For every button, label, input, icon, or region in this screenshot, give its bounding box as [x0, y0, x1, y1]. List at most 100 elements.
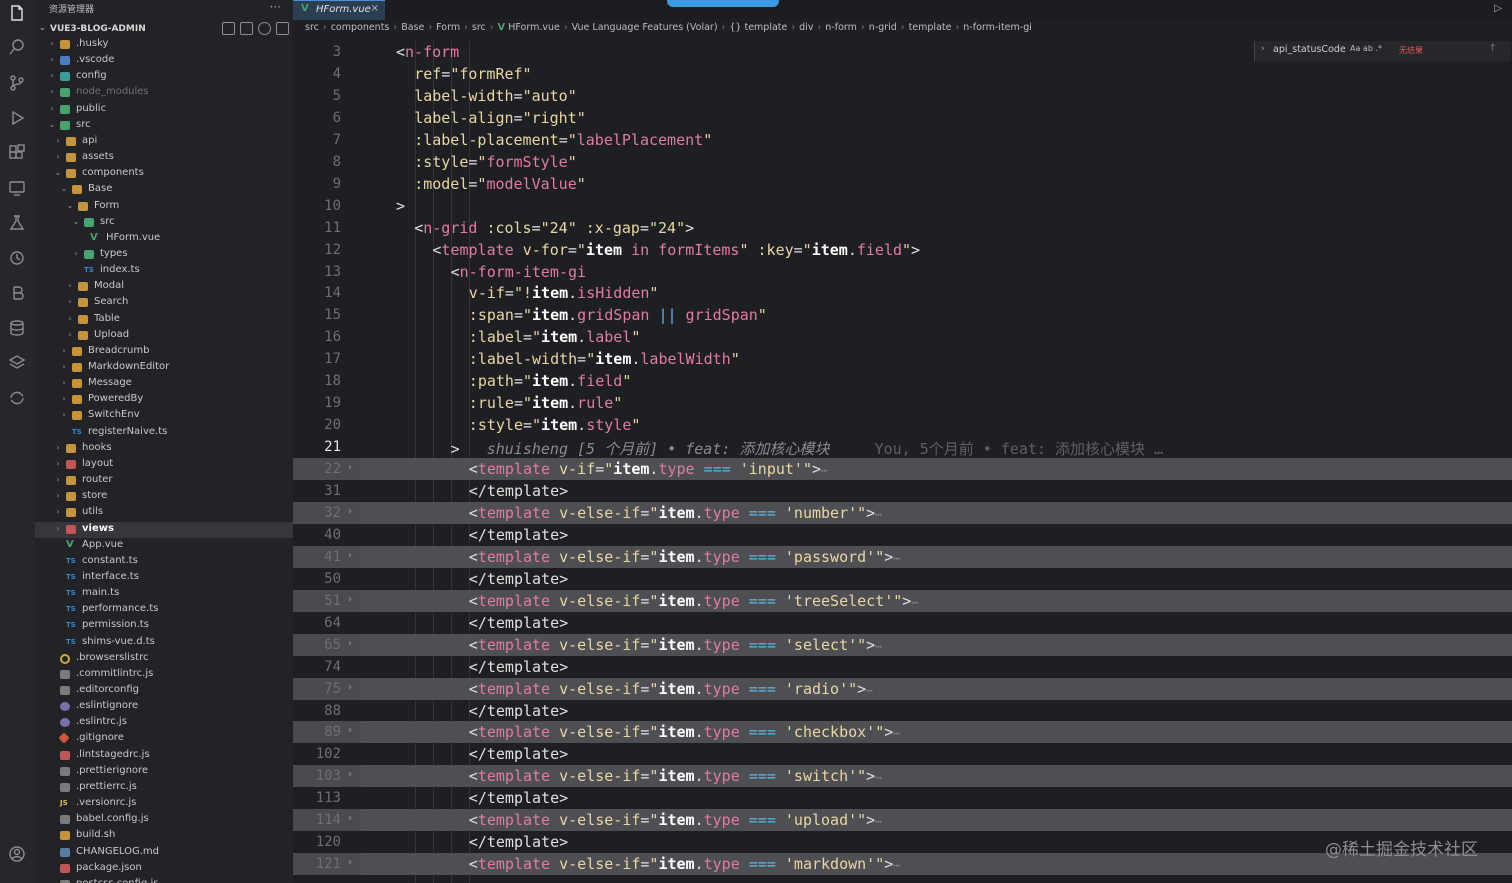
code-line[interactable]: 4 ref="formRef" — [293, 63, 1512, 85]
search-icon[interactable] — [8, 38, 26, 56]
code-line[interactable]: 40 </template> — [293, 524, 1512, 546]
account-icon[interactable] — [8, 845, 26, 863]
code-line[interactable]: 50 </template> — [293, 568, 1512, 590]
tree-item[interactable]: › Modal — [35, 279, 293, 295]
layers-icon[interactable] — [8, 354, 26, 372]
tree-item[interactable]: TS constant.ts — [35, 554, 293, 570]
breadcrumb-item[interactable]: div — [799, 22, 813, 33]
collapse-all-icon[interactable] — [276, 22, 289, 35]
tree-item[interactable]: postcss.config.js — [35, 877, 293, 883]
code-line[interactable]: 21 > shuisheng [5 个月前] • feat: 添加核心模块 You… — [293, 436, 1512, 458]
tree-item[interactable]: › types — [35, 247, 293, 263]
code-line[interactable]: 12 <template v-for="item in formItems" :k… — [293, 239, 1512, 261]
code-line[interactable]: 10 > — [293, 195, 1512, 217]
tree-item[interactable]: › router — [35, 473, 293, 489]
tree-item[interactable]: › .husky — [35, 37, 293, 53]
refresh-icon[interactable] — [258, 22, 271, 35]
timeline-icon[interactable] — [8, 249, 26, 267]
find-input[interactable]: api_statusCode — [1273, 44, 1346, 55]
tree-item[interactable]: .prettierignore — [35, 764, 293, 780]
tree-item[interactable]: .gitignore — [35, 731, 293, 747]
tree-item[interactable]: V HForm.vue — [35, 231, 293, 247]
tree-item[interactable]: › PoweredBy — [35, 392, 293, 408]
breadcrumb-item[interactable]: src — [472, 22, 486, 33]
source-control-icon[interactable] — [8, 74, 26, 92]
breadcrumb-item[interactable]: Vue Language Features (Volar) — [572, 22, 718, 33]
run-debug-icon[interactable] — [8, 109, 26, 127]
tree-item[interactable]: › utils — [35, 505, 293, 521]
tree-item[interactable]: › node_modules — [35, 85, 293, 101]
tree-item[interactable]: › MarkdownEditor — [35, 360, 293, 376]
tree-item[interactable]: TS shims-vue.d.ts — [35, 635, 293, 651]
tree-item[interactable]: .commitlintrc.js — [35, 667, 293, 683]
breadcrumb-item[interactable]: {} template — [729, 22, 787, 33]
tree-item[interactable]: TS permission.ts — [35, 618, 293, 634]
tree-item[interactable]: › public — [35, 102, 293, 118]
code-line[interactable]: 113 </template> — [293, 787, 1512, 809]
sync-icon[interactable] — [8, 389, 26, 407]
tab-hform-vue[interactable]: V HForm.vue × — [293, 0, 385, 20]
fold-chevron-icon[interactable]: › — [348, 725, 352, 736]
code-line[interactable]: 32 › <template v-else-if="item.type === 'n… — [293, 501, 1512, 524]
code-line[interactable]: 16:label="item.label" — [293, 326, 1512, 348]
tree-item[interactable]: ⌄ Form — [35, 199, 293, 215]
tree-item[interactable]: › Upload — [35, 328, 293, 344]
code-line[interactable]: 102 </template> — [293, 743, 1512, 765]
code-line[interactable]: 15:span="item.gridSpan || gridSpan" — [293, 304, 1512, 326]
remote-explorer-icon[interactable] — [8, 179, 26, 197]
code-line[interactable]: 103 › <template v-else-if="item.type === '… — [293, 765, 1512, 788]
code-line[interactable]: 19:rule="item.rule" — [293, 392, 1512, 414]
code-line[interactable]: 13 <n-form-item-gi — [293, 261, 1512, 283]
tree-item[interactable]: V App.vue — [35, 538, 293, 554]
tree-item[interactable]: babel.config.js — [35, 812, 293, 828]
tree-item[interactable]: JS .versionrc.js — [35, 796, 293, 812]
tree-item[interactable]: ⌄ src — [35, 215, 293, 231]
code-line[interactable]: 74 </template> — [293, 656, 1512, 678]
breadcrumb-item[interactable]: components — [331, 22, 390, 33]
explorer-icon[interactable] — [8, 4, 26, 22]
testing-icon[interactable] — [8, 214, 26, 232]
code-line[interactable]: 31 </template> — [293, 480, 1512, 502]
tree-item[interactable]: ⌄ components — [35, 166, 293, 182]
code-line[interactable]: 18:path="item.field" — [293, 370, 1512, 392]
tree-item[interactable]: › Search — [35, 295, 293, 311]
project-header[interactable]: ⌄ VUE3-BLOG-ADMIN — [35, 21, 293, 37]
code-line[interactable]: 114 › <template v-else-if="item.type === '… — [293, 809, 1512, 832]
breadcrumb-item[interactable]: HForm.vue — [508, 22, 560, 33]
tree-item[interactable]: .editorconfig — [35, 683, 293, 699]
code-line[interactable]: 11 <n-grid :cols="24" :x-gap="24"> — [293, 217, 1512, 239]
tree-item[interactable]: .eslintrc.js — [35, 715, 293, 731]
code-line[interactable]: 22 › <template v-if="item.type === 'input'… — [293, 458, 1512, 481]
breadcrumb-item[interactable]: n-grid — [869, 22, 897, 33]
tree-item[interactable]: › layout — [35, 457, 293, 473]
code-editor[interactable]: 3 <n-form 4 ref="formRef" 5 label-width="auto… — [293, 41, 1512, 883]
code-line[interactable]: 7:label-placement="labelPlacement" — [293, 129, 1512, 151]
breadcrumb-item[interactable]: template — [909, 22, 952, 33]
tree-item[interactable]: .browserslistrc — [35, 651, 293, 667]
tree-item[interactable]: › store — [35, 489, 293, 505]
tree-item[interactable]: .prettierrc.js — [35, 780, 293, 796]
database-icon[interactable] — [8, 319, 26, 337]
code-line[interactable]: 5 label-width="auto" — [293, 85, 1512, 107]
fold-chevron-icon[interactable]: › — [348, 506, 352, 517]
toggle-replace-icon[interactable]: › — [1261, 44, 1265, 54]
tree-item[interactable]: TS main.ts — [35, 586, 293, 602]
tree-item[interactable]: TS interface.ts — [35, 570, 293, 586]
tree-item[interactable]: › hooks — [35, 441, 293, 457]
code-line[interactable]: 65 › <template v-else-if="item.type === 's… — [293, 633, 1512, 656]
tree-item[interactable]: build.sh — [35, 828, 293, 844]
tree-item[interactable]: › api — [35, 134, 293, 150]
tree-item[interactable]: › Message — [35, 376, 293, 392]
fold-chevron-icon[interactable]: › — [348, 594, 352, 605]
run-icon[interactable]: ▷ — [1494, 3, 1502, 14]
code-line[interactable]: 88 </template> — [293, 700, 1512, 722]
tree-item[interactable]: TS performance.ts — [35, 602, 293, 618]
close-icon[interactable]: × — [371, 3, 379, 14]
code-line[interactable]: 89 › <template v-else-if="item.type === 'c… — [293, 721, 1512, 744]
code-line[interactable]: 17:label-width="item.labelWidth" — [293, 348, 1512, 370]
breadcrumb-item[interactable]: n-form — [825, 22, 857, 33]
extensions-icon[interactable] — [8, 144, 26, 162]
tree-item[interactable]: › SwitchEnv — [35, 408, 293, 424]
previous-match-icon[interactable]: ↑ — [1489, 43, 1497, 54]
tree-item[interactable]: TS registerNaive.ts — [35, 425, 293, 441]
